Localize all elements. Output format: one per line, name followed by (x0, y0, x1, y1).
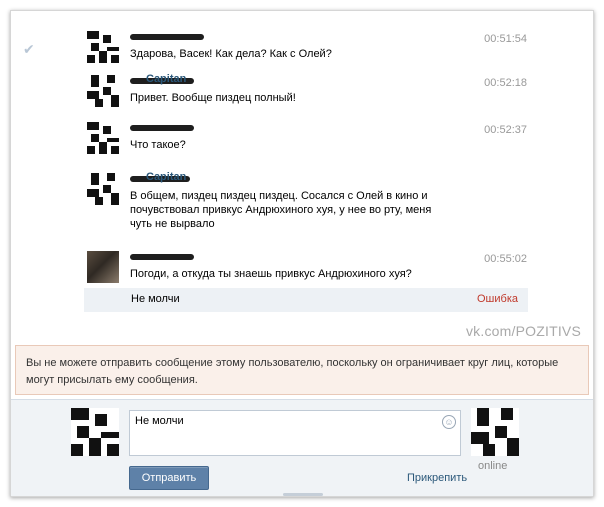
smile-icon[interactable]: ☺ (442, 415, 456, 429)
avatar[interactable] (87, 75, 119, 107)
message-input[interactable]: Не молчи ☺ (129, 410, 461, 456)
avatar[interactable] (87, 31, 119, 63)
message-item[interactable]: Что такое? 00:52:37 (87, 122, 527, 156)
message-item[interactable]: Capitan Привет. Вообще пиздец полный! 00… (87, 73, 527, 109)
avatar[interactable] (87, 122, 119, 154)
watermark: vk.com/POZITIVS (465, 323, 581, 339)
my-avatar[interactable] (71, 408, 119, 456)
checkmark-icon[interactable]: ✔ (23, 41, 35, 58)
avatar[interactable] (87, 173, 119, 205)
message-text: Привет. Вообще пиздец полный! (130, 92, 296, 104)
failed-message-text: Не молчи (131, 293, 180, 305)
online-status: online (478, 460, 508, 472)
author-name-redacted[interactable] (130, 32, 204, 42)
error-status[interactable]: Ошибка (477, 293, 518, 305)
message-input-value: Не молчи (135, 415, 184, 427)
failed-message-row[interactable]: Не молчи Ошибка (84, 288, 528, 312)
send-button[interactable]: Отправить (129, 466, 209, 490)
message-item[interactable]: Здарова, Васек! Как дела? Как с Олей? 00… (87, 31, 527, 65)
message-composer: Не молчи ☺ online Отправить Прикрепить (11, 399, 593, 496)
message-item[interactable]: Capitan В общем, пиздец пиздец пиздец. С… (87, 171, 527, 235)
resize-handle[interactable] (283, 493, 323, 496)
message-item[interactable]: Погоди, а откуда ты знаешь привкус Андрю… (87, 251, 527, 285)
avatar[interactable] (87, 251, 119, 283)
peer-avatar[interactable] (471, 408, 519, 456)
message-time: 00:52:18 (484, 77, 527, 89)
message-text: В общем, пиздец пиздец пиздец. Сосался с… (130, 190, 432, 230)
author-name[interactable]: Capitan (130, 73, 194, 86)
author-label: Capitan (146, 73, 187, 85)
author-label: Capitan (146, 171, 187, 183)
attach-link[interactable]: Прикрепить (407, 472, 467, 484)
author-name[interactable]: Capitan (130, 171, 190, 184)
message-time: 00:51:54 (484, 33, 527, 45)
author-name-redacted[interactable] (130, 252, 194, 262)
chat-window: ✔ Здарова, Васек! Как дела? Как с Олей? … (10, 10, 594, 497)
message-time: 00:55:02 (484, 253, 527, 265)
message-text: Погоди, а откуда ты знаешь привкус Андрю… (130, 268, 412, 280)
message-time: 00:52:37 (484, 124, 527, 136)
author-name-redacted[interactable] (130, 123, 194, 133)
privacy-warning: Вы не можете отправить сообщение этому п… (15, 345, 589, 395)
message-text: Здарова, Васек! Как дела? Как с Олей? (130, 48, 332, 60)
message-text: Что такое? (130, 139, 186, 151)
